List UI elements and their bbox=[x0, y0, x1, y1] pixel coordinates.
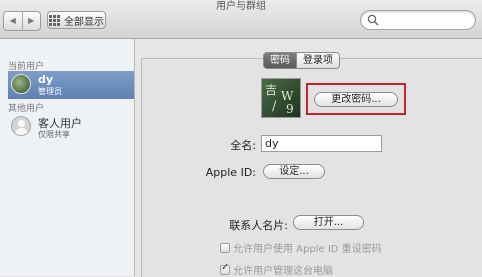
search-input[interactable] bbox=[360, 10, 476, 30]
full-name-field[interactable]: dy bbox=[261, 135, 382, 152]
allow-admin-row: 允许用户管理这台电脑 bbox=[220, 262, 333, 277]
change-password-button[interactable]: 更改密码... bbox=[314, 92, 398, 107]
apple-id-label: Apple ID: bbox=[205, 166, 256, 179]
avatar bbox=[11, 74, 31, 94]
photo-glyph: 9 bbox=[286, 102, 294, 116]
full-name-label: 全名: bbox=[230, 139, 256, 152]
allow-apple-id-reset-label: 允许用户使用 Apple ID 重设密码 bbox=[233, 244, 382, 255]
guest-avatar-icon bbox=[11, 116, 31, 136]
contact-card-label: 联系人名片: bbox=[229, 219, 288, 232]
user-role: 管理员 bbox=[38, 87, 62, 96]
photo-glyph: 吉 bbox=[265, 83, 278, 97]
show-all-button[interactable]: 全部显示 bbox=[47, 11, 106, 29]
photo-glyph: W bbox=[281, 89, 294, 103]
user-row-guest[interactable]: 客人用户 仅限共享 bbox=[8, 113, 134, 141]
grid-icon bbox=[49, 14, 60, 26]
photo-glyph: / bbox=[272, 99, 277, 114]
user-row-dy[interactable]: dy 管理员 bbox=[8, 71, 134, 99]
tab-bar: 密码 登录项 bbox=[263, 52, 340, 69]
apple-id-set-button[interactable]: 设定... bbox=[263, 164, 325, 179]
search-icon bbox=[367, 14, 379, 26]
user-name: dy bbox=[38, 73, 54, 86]
allow-apple-id-reset-row: 允许用户使用 Apple ID 重设密码 bbox=[220, 240, 382, 255]
contact-card-open-button[interactable]: 打开... bbox=[293, 215, 364, 230]
user-photo[interactable]: 吉 W / 9 bbox=[261, 78, 301, 118]
allow-admin-label: 允许用户管理这台电脑 bbox=[233, 266, 333, 277]
toolbar: 用户与群组 ◀ ▶ 全部显示 bbox=[0, 0, 482, 39]
allow-admin-checkbox[interactable] bbox=[220, 262, 230, 275]
user-list-sidebar: 当前用户 dy 管理员 其他用户 客人用户 仅限共享 bbox=[0, 39, 135, 276]
guest-role: 仅限共享 bbox=[38, 130, 70, 139]
back-icon[interactable]: ◀ bbox=[4, 12, 22, 30]
forward-icon[interactable]: ▶ bbox=[21, 12, 41, 30]
tab-login-items[interactable]: 登录项 bbox=[296, 53, 339, 68]
allow-apple-id-reset-checkbox[interactable] bbox=[220, 242, 230, 253]
tab-password[interactable]: 密码 bbox=[264, 53, 296, 68]
show-all-label: 全部显示 bbox=[64, 16, 104, 28]
nav-back-forward: ◀ ▶ bbox=[3, 11, 41, 31]
